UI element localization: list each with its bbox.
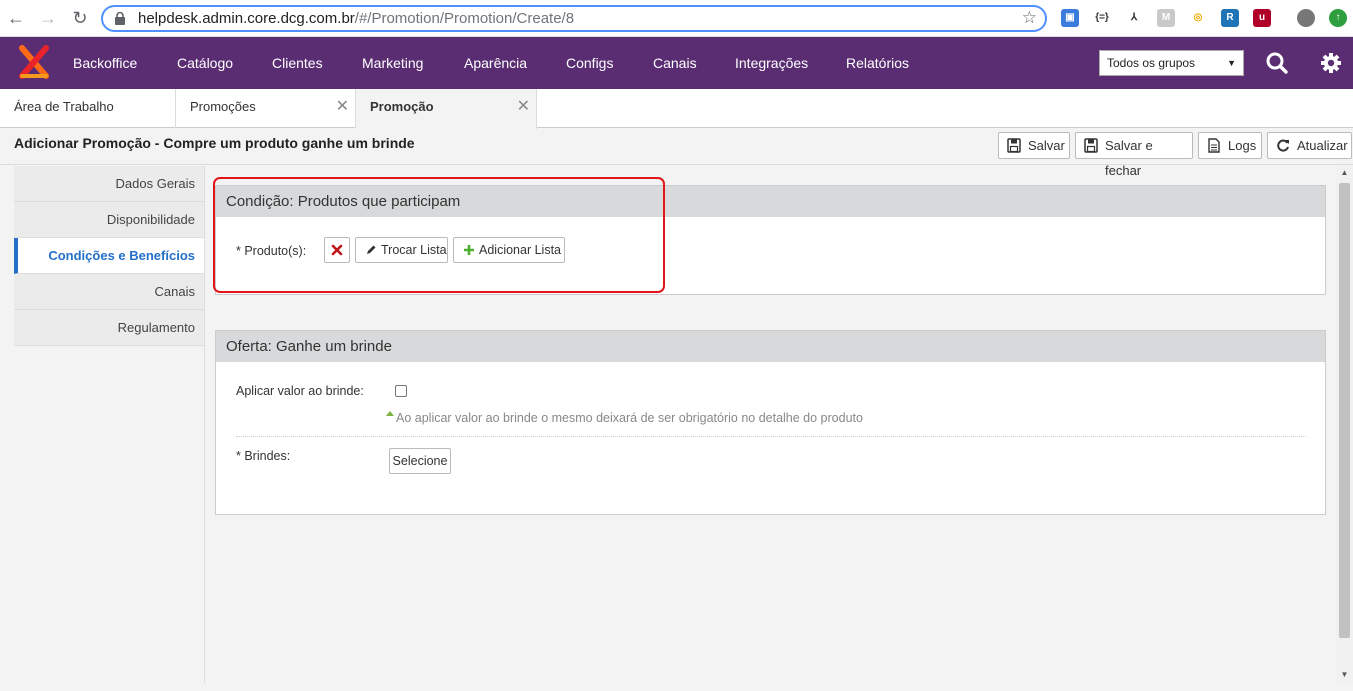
forward-icon[interactable]: → — [38, 8, 58, 28]
document-icon — [1208, 138, 1220, 153]
extension-icon[interactable]: ▣ — [1061, 9, 1079, 27]
extension-icon[interactable]: ⅄ — [1125, 9, 1143, 27]
menu-marketing[interactable]: Marketing — [362, 37, 423, 89]
scroll-up-icon[interactable]: ▲ — [1339, 168, 1350, 177]
caret-up-icon — [386, 411, 394, 416]
scrollbar-thumb[interactable] — [1339, 183, 1350, 638]
sidebar-item-disponibilidade[interactable]: Disponibilidade — [14, 202, 205, 238]
sidebar-item-dados-gerais[interactable]: Dados Gerais — [14, 166, 205, 202]
refresh-icon — [1277, 139, 1289, 152]
tab-area-de-trabalho[interactable]: Área de Trabalho — [0, 89, 176, 128]
menu-backoffice[interactable]: Backoffice — [73, 37, 137, 89]
offer-panel-title: Oferta: Ganhe um brinde — [216, 331, 1325, 362]
menu-aparencia[interactable]: Aparência — [464, 37, 527, 89]
search-icon[interactable] — [1265, 51, 1289, 75]
sidebar-item-condicoes-beneficios[interactable]: Condições e Benefícios — [14, 238, 205, 274]
tab-strip: Área de Trabalho Promoções ✕ Promoção ✕ — [0, 89, 1353, 129]
save-button[interactable]: Salvar — [998, 132, 1070, 159]
save-close-label: Salvar e fechar — [1105, 138, 1153, 178]
extension-icon[interactable]: ◎ — [1189, 9, 1207, 27]
apply-value-checkbox[interactable] — [395, 385, 407, 397]
gear-icon[interactable] — [1319, 51, 1343, 75]
header-divider — [0, 164, 1353, 165]
address-bar[interactable]: helpdesk.admin.core.dcg.com.br/#/Promoti… — [101, 5, 1047, 32]
extension-icon[interactable]: u — [1253, 9, 1271, 27]
field-separator — [236, 436, 1306, 437]
scroll-down-icon[interactable]: ▼ — [1339, 670, 1350, 679]
gifts-label: * Brindes: — [236, 449, 291, 463]
reload-icon[interactable]: ↻ — [70, 8, 90, 28]
floppy-icon — [1084, 138, 1098, 153]
sidebar-item-canais[interactable]: Canais — [14, 274, 205, 310]
sidebar-divider — [204, 166, 205, 683]
page-title: Adicionar Promoção - Compre um produto g… — [14, 135, 415, 151]
update-icon[interactable]: ↑ — [1329, 9, 1347, 27]
save-label: Salvar — [1028, 138, 1065, 153]
menu-relatorios[interactable]: Relatórios — [846, 37, 909, 89]
top-navigation: Backoffice Catálogo Clientes Marketing A… — [0, 37, 1353, 89]
back-icon[interactable]: ← — [6, 8, 26, 28]
highlight-annotation — [213, 177, 665, 293]
refresh-label: Atualizar — [1297, 138, 1348, 153]
dropdown-arrow-icon: ▼ — [1227, 58, 1236, 68]
apply-value-label: Aplicar valor ao brinde: — [236, 384, 364, 398]
menu-configs[interactable]: Configs — [566, 37, 613, 89]
refresh-button[interactable]: Atualizar — [1267, 132, 1352, 159]
menu-catalogo[interactable]: Catálogo — [177, 37, 233, 89]
save-close-button[interactable]: Salvar e fechar — [1075, 132, 1193, 178]
group-select[interactable]: Todos os grupos ▼ — [1099, 50, 1244, 76]
select-gifts-button[interactable]: Selecione — [389, 448, 451, 474]
tab-label: Promoção — [370, 99, 434, 114]
extension-icon[interactable]: M — [1157, 9, 1175, 27]
logs-label: Logs — [1228, 138, 1257, 153]
star-icon[interactable]: ☆ — [1022, 8, 1037, 28]
apply-value-hint: Ao aplicar valor ao brinde o mesmo deixa… — [396, 411, 863, 425]
sidebar-item-regulamento[interactable]: Regulamento — [14, 310, 205, 346]
tab-promocoes[interactable]: Promoções ✕ — [176, 89, 356, 128]
close-icon[interactable]: ✕ — [517, 89, 530, 125]
group-select-value: Todos os grupos — [1107, 56, 1196, 70]
logs-button[interactable]: Logs — [1198, 132, 1262, 159]
menu-clientes[interactable]: Clientes — [272, 37, 323, 89]
tab-promocao[interactable]: Promoção ✕ — [356, 89, 537, 129]
floppy-icon — [1007, 138, 1021, 153]
extension-icon[interactable]: {=} — [1093, 9, 1111, 27]
tab-label: Área de Trabalho — [14, 99, 114, 114]
menu-integracoes[interactable]: Integrações — [735, 37, 808, 89]
browser-toolbar: ← → ↻ helpdesk.admin.core.dcg.com.br/#/P… — [0, 0, 1353, 37]
section-sidebar: Dados Gerais Disponibilidade Condições e… — [14, 166, 205, 346]
extension-icon[interactable]: R — [1221, 9, 1239, 27]
menu-canais[interactable]: Canais — [653, 37, 697, 89]
tab-label: Promoções — [190, 99, 256, 114]
brand-logo — [19, 45, 49, 79]
offer-panel: Oferta: Ganhe um brinde Aplicar valor ao… — [215, 330, 1326, 515]
lock-icon — [115, 12, 125, 25]
avatar[interactable] — [1297, 9, 1315, 27]
close-icon[interactable]: ✕ — [336, 89, 349, 125]
url-text: helpdesk.admin.core.dcg.com.br/#/Promoti… — [138, 10, 575, 27]
